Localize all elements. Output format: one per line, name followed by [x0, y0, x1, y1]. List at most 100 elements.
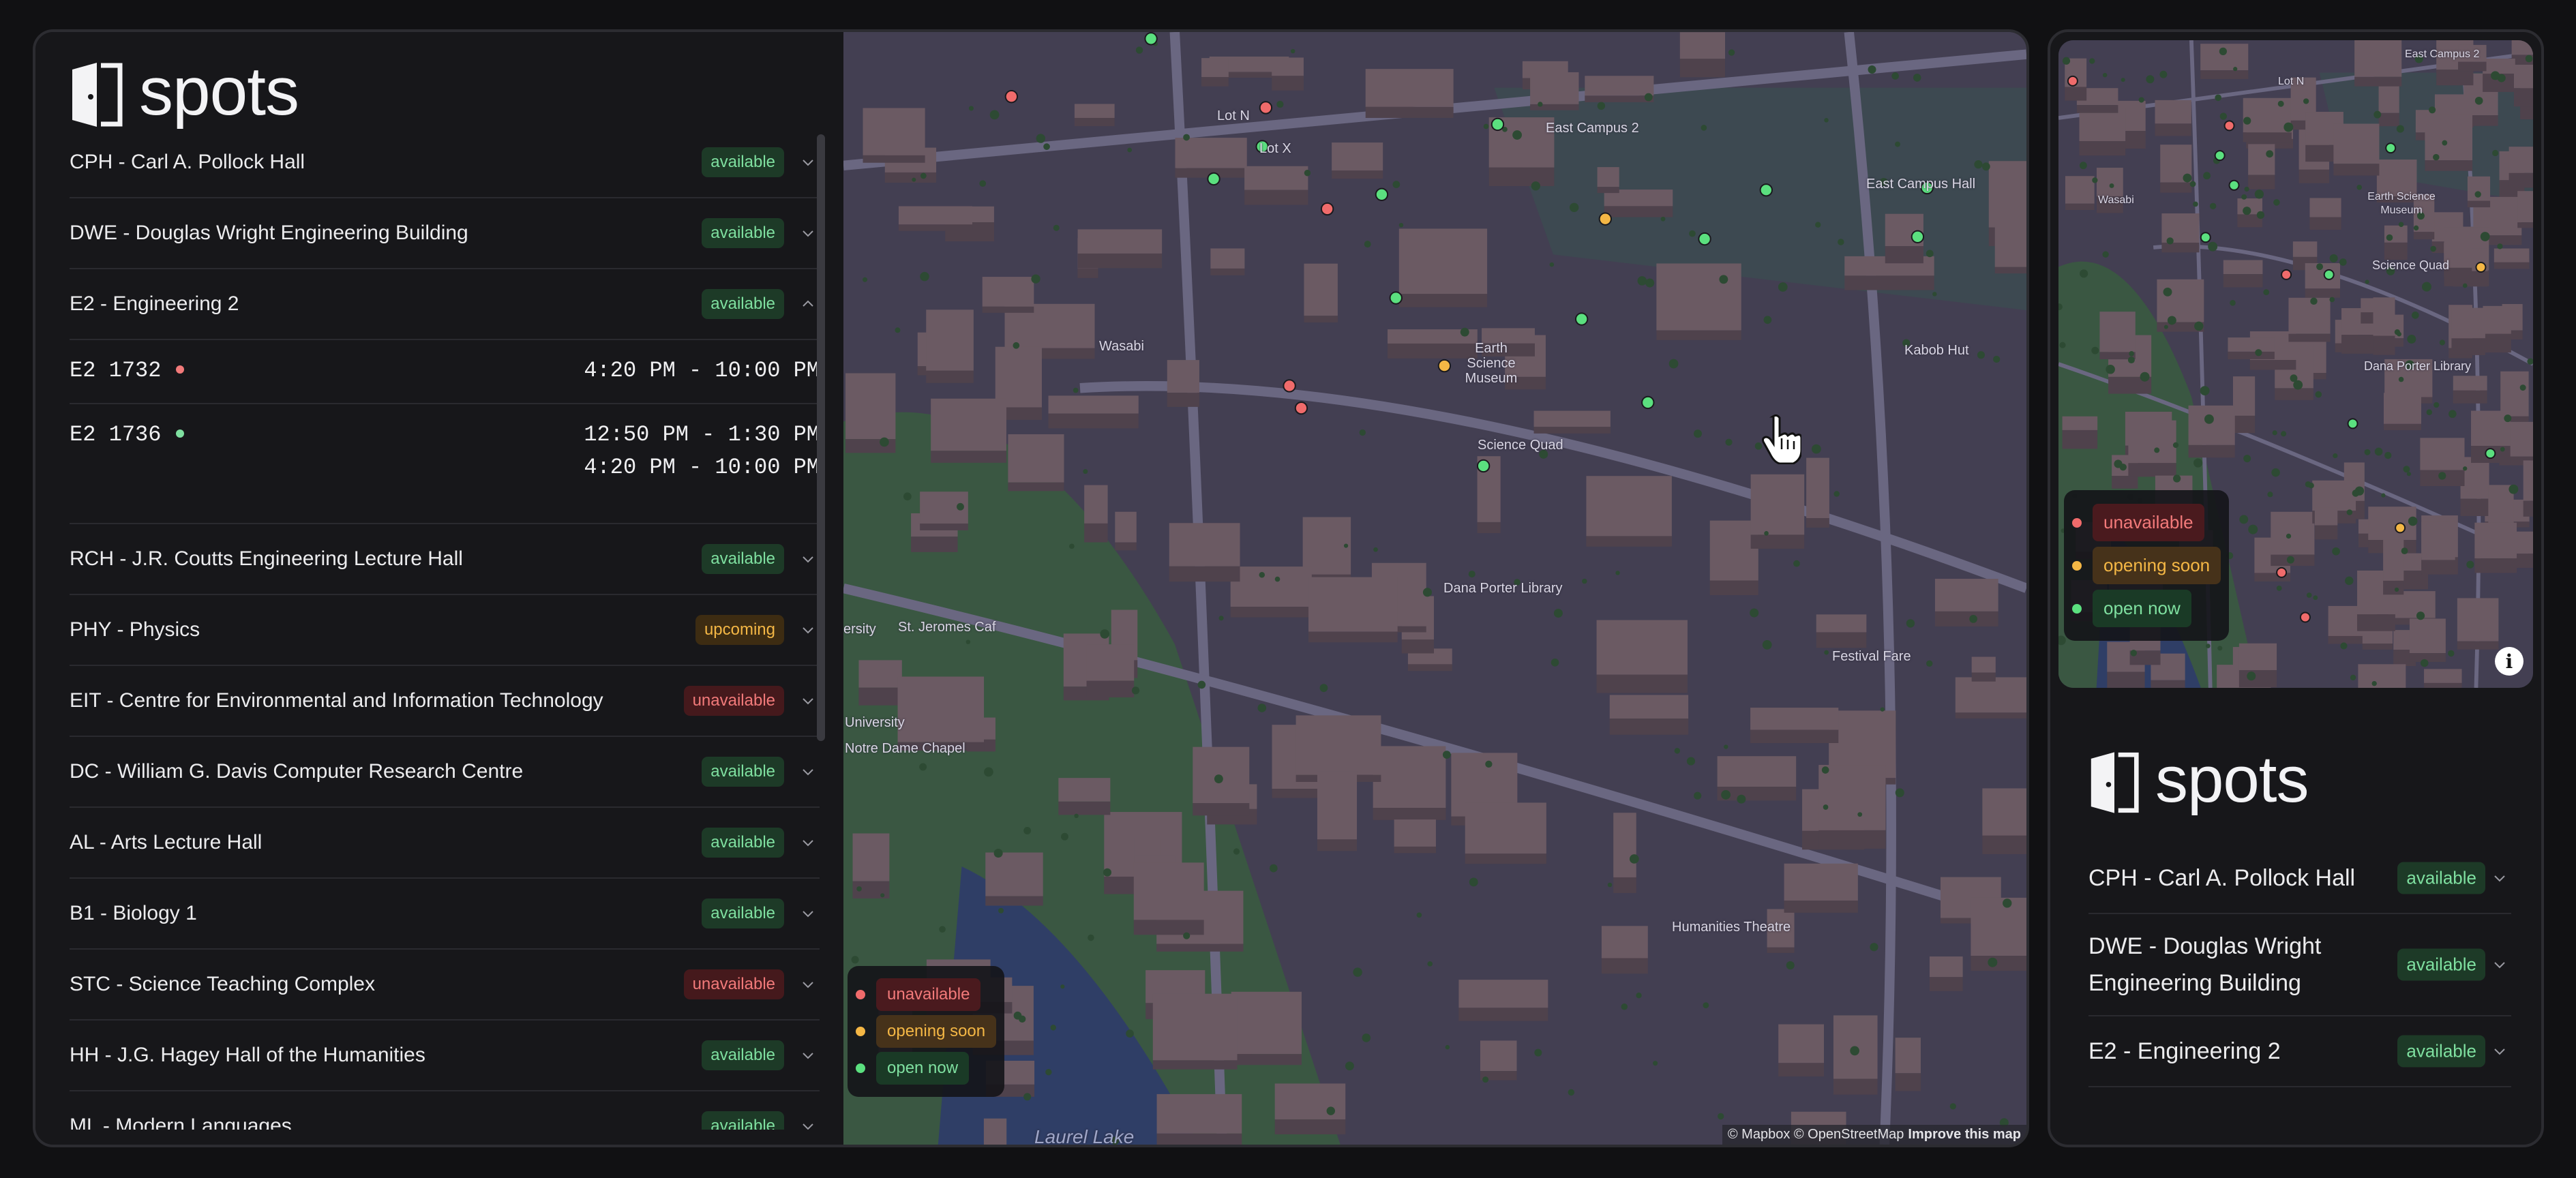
- building-status-marker[interactable]: [1283, 379, 1296, 393]
- map-building: [1586, 476, 1672, 547]
- building-status-marker[interactable]: [1641, 395, 1655, 410]
- building-status-marker[interactable]: [1294, 401, 1308, 415]
- map-tree: [1793, 560, 1800, 567]
- building-status-marker[interactable]: [1320, 202, 1334, 216]
- map-tree: [1815, 222, 1821, 228]
- map-tree: [2193, 458, 2203, 468]
- map-building: [983, 1118, 1007, 1145]
- chevron-down-icon[interactable]: [2492, 1044, 2507, 1059]
- building-status-marker[interactable]: [2276, 567, 2288, 578]
- map-tree: [2173, 474, 2181, 483]
- map-building: [1373, 746, 1446, 820]
- chevron-down-icon[interactable]: [800, 226, 815, 241]
- building-status-marker[interactable]: [2281, 269, 2292, 280]
- chevron-down-icon[interactable]: [800, 622, 815, 637]
- map-tree: [1724, 744, 1728, 749]
- building-row[interactable]: DWE - Douglas Wright Engineering Buildin…: [2088, 914, 2511, 1016]
- chevron-down-icon[interactable]: [800, 1119, 815, 1130]
- map-building: [1365, 69, 1454, 118]
- chevron-down-icon[interactable]: [2492, 957, 2507, 972]
- map-tree: [2439, 339, 2445, 346]
- building-status-marker[interactable]: [1375, 187, 1389, 201]
- chevron-down-icon[interactable]: [800, 835, 815, 850]
- building-status-marker[interactable]: [2475, 261, 2487, 273]
- building-status-marker[interactable]: [1144, 32, 1158, 46]
- building-status-marker[interactable]: [1476, 459, 1491, 473]
- chevron-down-icon[interactable]: [800, 552, 815, 567]
- building-status-marker[interactable]: [2395, 522, 2406, 534]
- building-status-marker[interactable]: [1759, 183, 1773, 197]
- building-status-marker[interactable]: [2228, 179, 2240, 191]
- chevron-down-icon[interactable]: [800, 764, 815, 779]
- map-canvas[interactable]: [843, 32, 2026, 1145]
- building-row[interactable]: ML - Modern Languages available: [70, 1091, 820, 1130]
- chevron-down-icon[interactable]: [800, 977, 815, 992]
- building-status-marker[interactable]: [2214, 150, 2226, 162]
- map-tree: [939, 926, 946, 933]
- map-tree: [1031, 274, 1040, 284]
- building-row[interactable]: CPH - Carl A. Pollock Hall available: [2088, 843, 2511, 914]
- room-row[interactable]: E2 1736 12:50 PM - 1:30 PM 4:20 PM - 10:00…: [70, 404, 820, 500]
- building-status-marker[interactable]: [1004, 89, 1019, 104]
- building-status-marker[interactable]: [2067, 75, 2078, 87]
- building-status-marker[interactable]: [2223, 120, 2235, 132]
- building-status-marker[interactable]: [1911, 230, 1925, 243]
- map-tree: [1392, 181, 1401, 188]
- building-status-marker[interactable]: [1259, 101, 1273, 115]
- building-row[interactable]: CPH - Carl A. Pollock Hall available: [70, 127, 820, 198]
- status-badge: unavailable: [683, 969, 784, 999]
- building-status-marker[interactable]: [1389, 291, 1403, 305]
- building-row[interactable]: PHY - Physics upcoming: [70, 595, 820, 666]
- building-status-marker[interactable]: [1207, 172, 1220, 186]
- app-logo[interactable]: spots: [70, 53, 299, 131]
- building-status-marker[interactable]: [1437, 359, 1452, 373]
- map-tree: [1445, 1044, 1450, 1050]
- map-tree: [2315, 391, 2322, 398]
- building-row[interactable]: B1 - Biology 1 available: [70, 879, 820, 950]
- building-row[interactable]: DWE - Douglas Wright Engineering Buildin…: [70, 198, 820, 269]
- map-tree: [2497, 243, 2503, 250]
- room-row[interactable]: E2 1732 4:20 PM - 10:00 PM: [70, 340, 820, 403]
- mobile-app-logo[interactable]: spots: [2088, 743, 2309, 817]
- chevron-up-icon[interactable]: [800, 297, 815, 312]
- building-row[interactable]: E2 - Engineering 2 available: [2088, 1016, 2511, 1087]
- building-status-marker[interactable]: [2385, 142, 2397, 154]
- map-tree: [968, 106, 974, 111]
- map-tree: [2154, 447, 2160, 453]
- building-status-marker[interactable]: [2347, 418, 2358, 429]
- building-row[interactable]: E2 - Engineering 2 available: [70, 269, 820, 340]
- building-status-marker[interactable]: [1598, 212, 1613, 226]
- legend-unavailable: unavailable: [856, 978, 996, 1011]
- list-scrollbar[interactable]: [817, 134, 825, 741]
- building-status-marker[interactable]: [1491, 117, 1505, 132]
- chevron-down-icon[interactable]: [800, 906, 815, 921]
- building-status-marker[interactable]: [1698, 232, 1711, 246]
- building-row[interactable]: EIT - Centre for Environmental and Infor…: [70, 666, 820, 737]
- building-row[interactable]: HH - J.G. Hagey Hall of the Humanities av…: [70, 1021, 820, 1091]
- chevron-down-icon[interactable]: [2492, 871, 2507, 886]
- building-row[interactable]: AL - Arts Lecture Hall available: [70, 808, 820, 879]
- info-icon[interactable]: i: [2495, 647, 2523, 676]
- legend-open-now: open now: [856, 1052, 996, 1085]
- legend-label: unavailable: [2093, 504, 2204, 541]
- map-tree: [1135, 46, 1143, 54]
- chevron-down-icon[interactable]: [800, 155, 815, 170]
- building-row[interactable]: STC - Science Teaching Complex unavailabl…: [70, 950, 820, 1021]
- improve-map-link[interactable]: Improve this map: [1908, 1127, 2021, 1142]
- campus-map[interactable]: Wasabi Earth Science Museum Science Quad…: [843, 32, 2026, 1145]
- map-tree: [1126, 1029, 1134, 1038]
- building-row[interactable]: RCH - J.R. Coutts Engineering Lecture Ha…: [70, 524, 820, 595]
- building-status-marker[interactable]: [2299, 611, 2311, 623]
- map-building: [2358, 664, 2406, 688]
- mobile-campus-map[interactable]: Lot N East Campus 2 Wasabi Earth Science…: [2058, 40, 2533, 688]
- building-status-marker[interactable]: [1574, 312, 1589, 326]
- chevron-down-icon[interactable]: [800, 693, 815, 708]
- building-status-marker[interactable]: [2200, 232, 2211, 243]
- building-status-marker[interactable]: [2323, 269, 2335, 280]
- map-building: [2453, 376, 2487, 404]
- map-tree: [880, 893, 885, 898]
- building-row[interactable]: DC - William G. Davis Computer Research …: [70, 737, 820, 808]
- chevron-down-icon[interactable]: [800, 1048, 815, 1063]
- map-tree: [1725, 438, 1733, 446]
- building-status-marker[interactable]: [2485, 448, 2496, 459]
